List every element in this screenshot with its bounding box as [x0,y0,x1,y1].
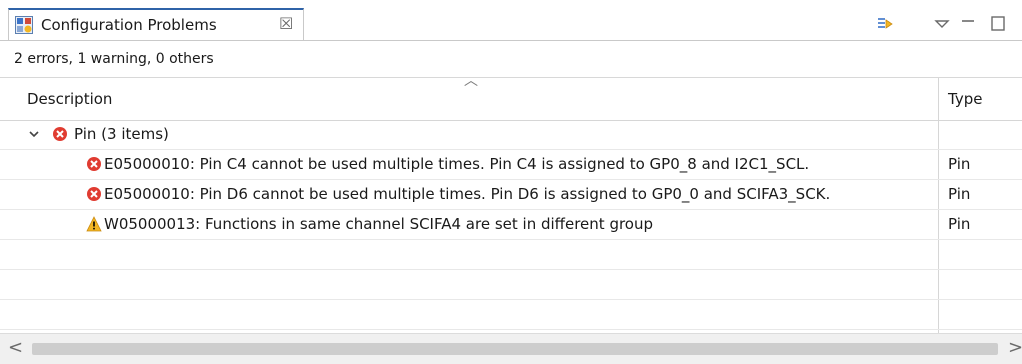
problem-description: W05000013: Functions in same channel SCI… [104,215,654,233]
group-row-pin[interactable]: Pin (3 items) [0,120,1022,150]
problem-description: E05000010: Pin D6 cannot be used multipl… [104,185,831,203]
maximize-icon[interactable] [988,14,1008,34]
group-label: Pin (3 items) [74,125,169,143]
empty-row [0,240,1022,270]
problems-table: ︿ Description Type Pin (3 items) E050000… [0,73,1022,364]
scroll-left-icon[interactable]: < [8,337,23,358]
horizontal-scrollbar[interactable]: < > [0,333,1022,364]
empty-row [0,270,1022,300]
view-tab-bar: Configuration Problems ☒ [0,0,1022,41]
table-header: ︿ Description Type [0,73,1022,121]
problem-type: Pin [948,215,971,233]
table-row[interactable]: E05000010: Pin C4 cannot be used multipl… [0,150,1022,180]
problem-type: Pin [948,155,971,173]
problem-description: E05000010: Pin C4 cannot be used multipl… [104,155,810,173]
focus-on-active-task-icon[interactable] [876,14,896,34]
minimize-icon[interactable] [958,14,978,34]
scrollbar-thumb[interactable] [32,343,998,355]
close-icon[interactable]: ☒ [279,14,293,33]
error-icon [87,157,101,171]
column-header-description[interactable]: Description [27,90,112,108]
view-menu-chevron-icon[interactable] [932,14,952,34]
chevron-down-icon[interactable] [27,127,41,141]
sort-indicator-icon: ︿ [464,73,478,89]
tab-configuration-problems[interactable]: Configuration Problems ☒ [8,8,304,40]
table-row[interactable]: E05000010: Pin D6 cannot be used multipl… [0,180,1022,210]
error-icon [87,187,101,201]
empty-row [0,300,1022,330]
problems-summary: 2 errors, 1 warning, 0 others [0,41,1022,77]
tab-title: Configuration Problems [41,16,217,34]
table-row[interactable]: W05000013: Functions in same channel SCI… [0,210,1022,240]
error-icon [53,127,67,141]
problem-type: Pin [948,185,971,203]
column-header-type[interactable]: Type [948,90,982,108]
warning-icon [86,216,102,232]
scroll-right-icon[interactable]: > [1008,337,1022,358]
configuration-problems-icon [15,16,33,34]
